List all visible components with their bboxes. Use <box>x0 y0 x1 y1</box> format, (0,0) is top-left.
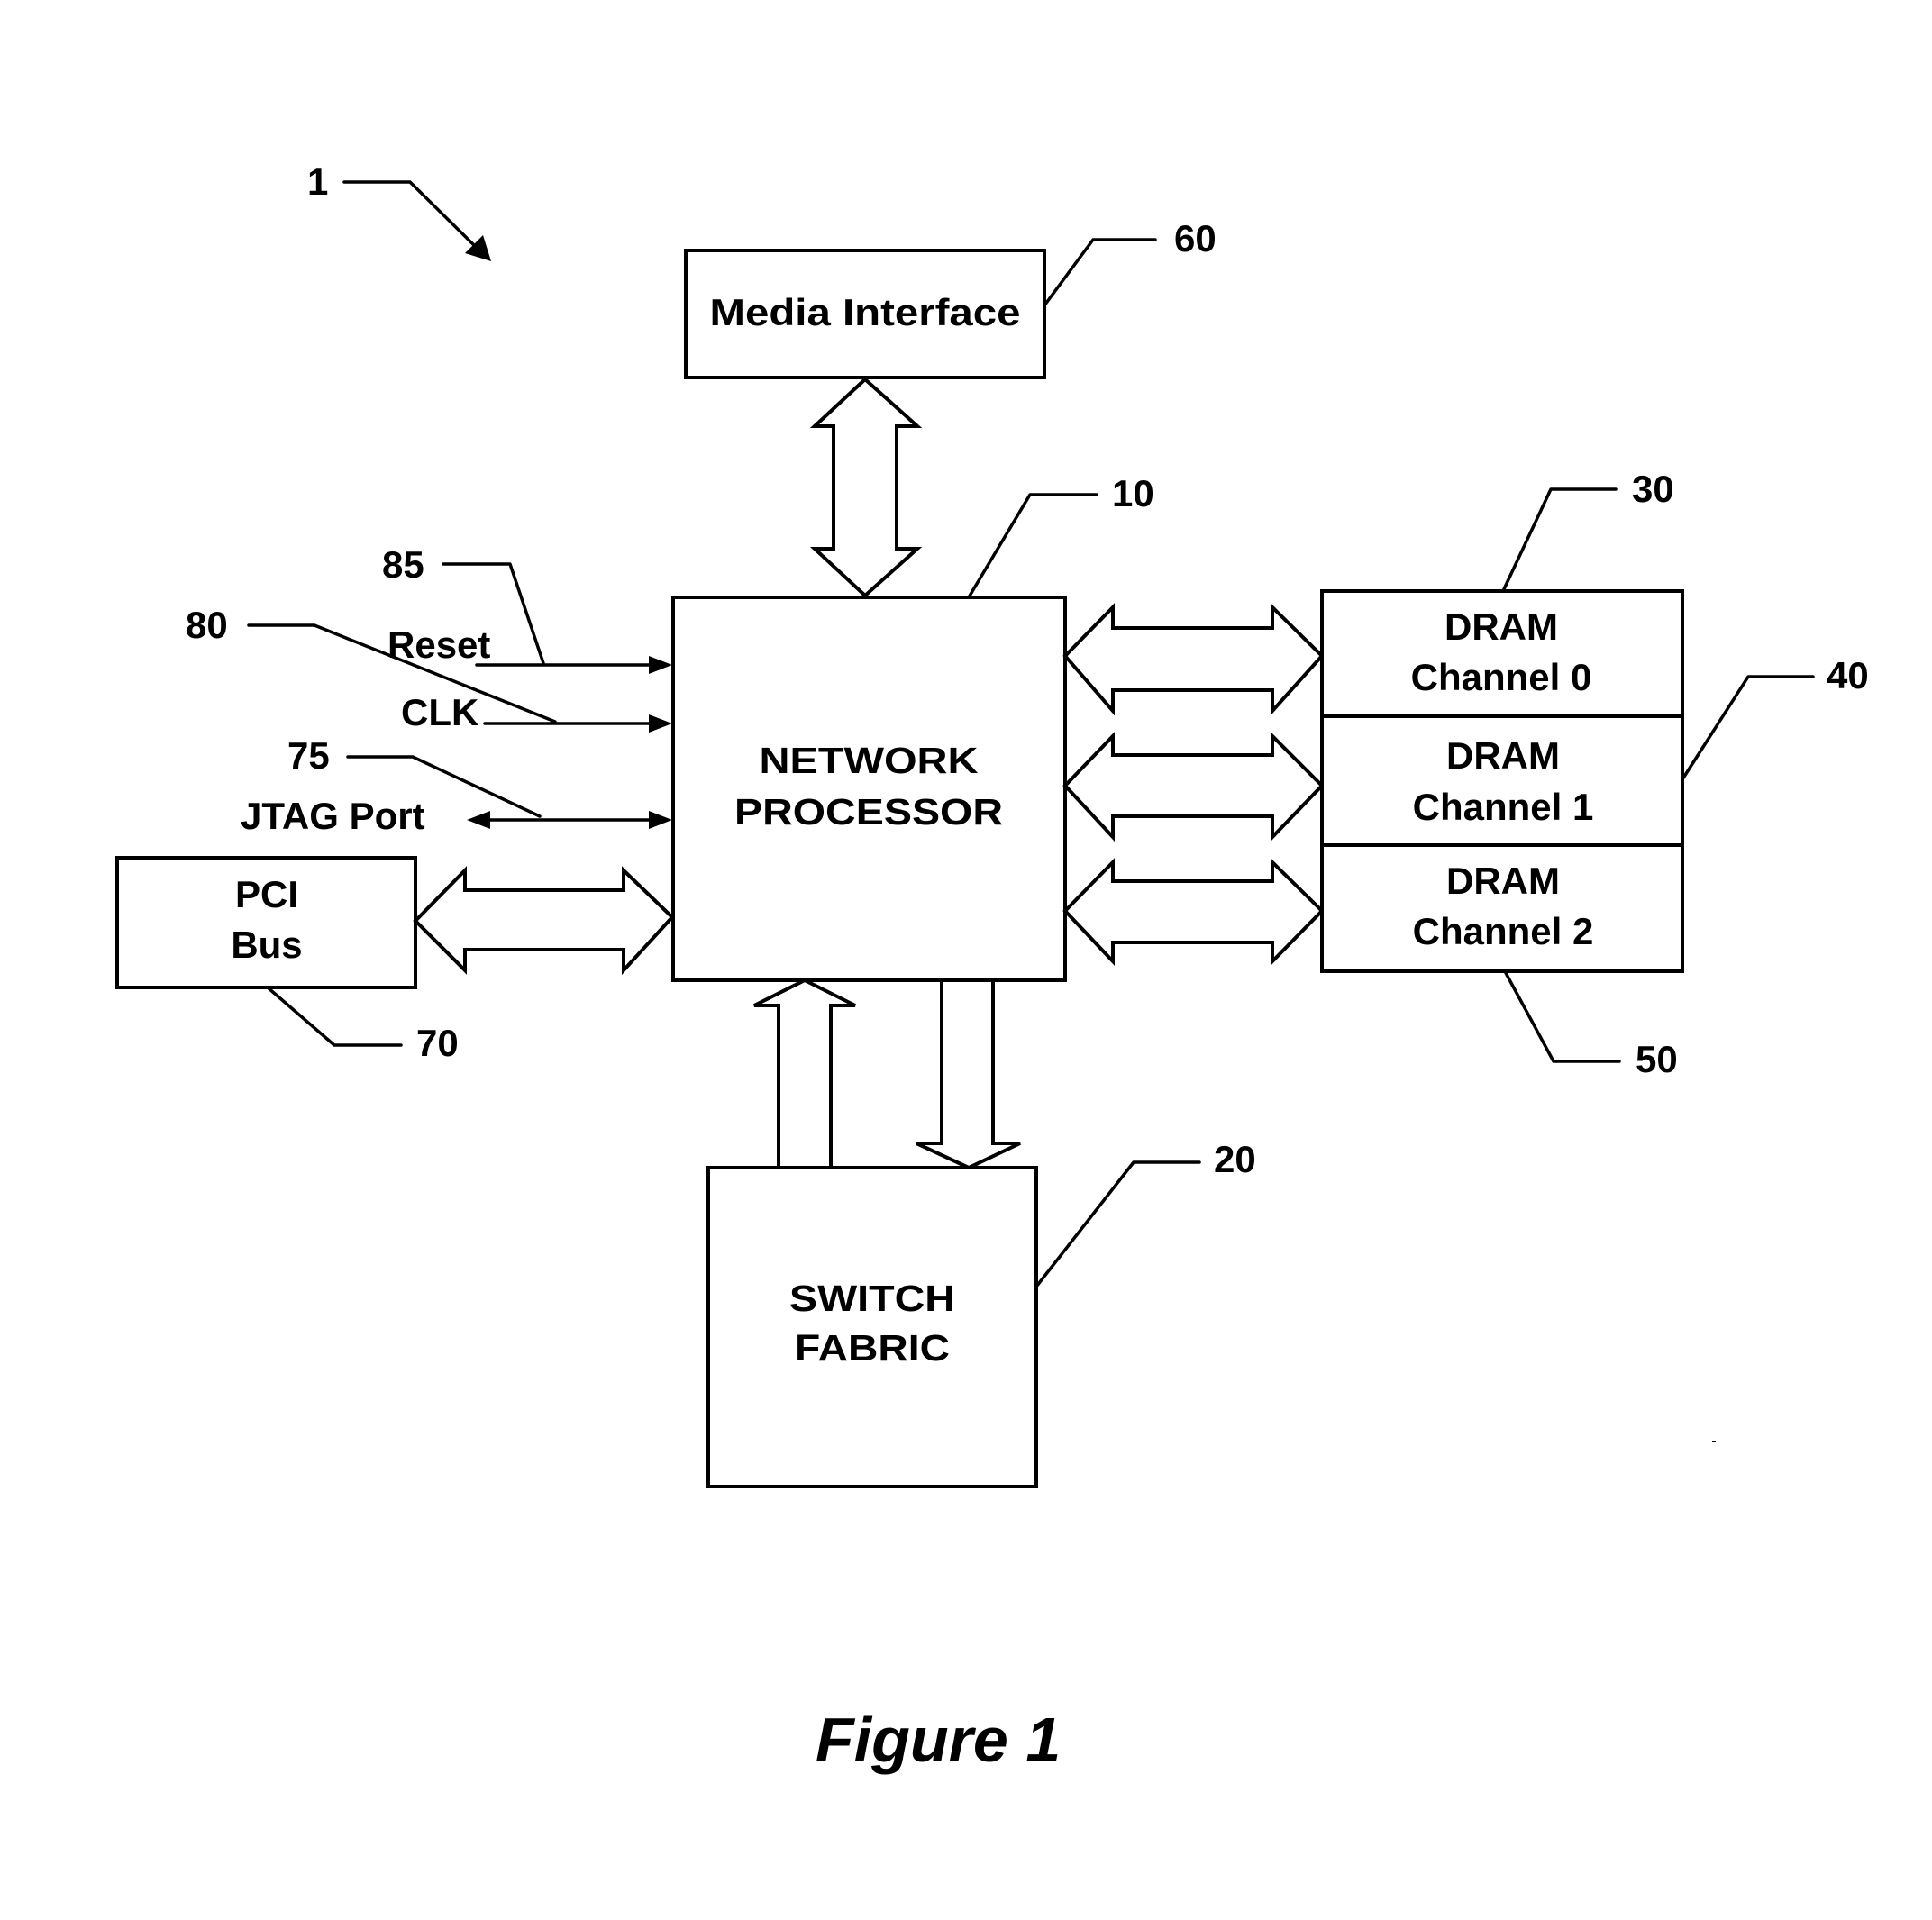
switch-fabric-block: SWITCH FABRIC 20 <box>706 1138 1256 1488</box>
dram-channel-0-label-line2: Channel 0 <box>1411 656 1592 698</box>
network-processor-box <box>671 596 1067 982</box>
switch-to-np-arrow <box>753 978 856 1171</box>
switch-fabric-ref-leader <box>1034 1160 1201 1288</box>
dram-channel-1-ref: 40 <box>1827 654 1869 696</box>
dram-channel-2-ref-leader <box>1503 969 1621 1063</box>
np-dram2-bus-arrow <box>1062 858 1325 967</box>
np-dram1-bus-arrow <box>1062 732 1325 842</box>
dram-channel-0-ref-leader <box>1501 487 1618 593</box>
dram-channel-2-label-line1: DRAM <box>1446 860 1560 902</box>
dram-channel-1-label-line2: Channel 1 <box>1413 786 1594 828</box>
network-processor-ref: 10 <box>1112 472 1154 514</box>
system-ref-leader <box>342 180 479 250</box>
network-processor-ref-leader <box>967 493 1098 599</box>
reset-ref: 85 <box>382 543 424 586</box>
switch-fabric-label-line2: FABRIC <box>795 1327 950 1369</box>
dram-channel-0-ref: 30 <box>1632 468 1674 510</box>
media-interface-label: Media Interface <box>710 291 1021 333</box>
pci-bus-ref: 70 <box>416 1022 459 1064</box>
pci-bus-block: PCI Bus 70 <box>115 856 459 1064</box>
scan-speck <box>1712 1441 1716 1442</box>
dram-channel-2-ref: 50 <box>1636 1038 1678 1080</box>
dram-channel-0-label-line1: DRAM <box>1444 605 1558 648</box>
jtag-right-arrowhead-icon <box>649 811 672 829</box>
reset-signal: Reset 85 <box>382 543 672 674</box>
switch-fabric-label-line1: SWITCH <box>789 1278 955 1319</box>
figure-caption: Figure 1 <box>816 1705 1061 1775</box>
jtag-signal: JTAG Port 75 <box>241 734 672 837</box>
dram-channel-0-block: DRAM Channel 0 30 <box>1320 468 1684 718</box>
dram-channel-1-ref-leader <box>1681 675 1815 781</box>
np-to-switch-arrow <box>916 978 1021 1170</box>
np-dram0-bus-arrow <box>1062 603 1325 716</box>
pci-np-bus-arrow <box>413 866 675 976</box>
system-ref-number: 1 <box>307 160 328 203</box>
clk-arrowhead-icon <box>649 714 672 733</box>
jtag-label: JTAG Port <box>241 795 425 837</box>
media-interface-ref-leader <box>1043 238 1157 307</box>
dram-channel-2-label-line2: Channel 2 <box>1413 910 1594 952</box>
reset-arrowhead-icon <box>649 656 672 674</box>
jtag-left-arrowhead-icon <box>467 811 490 829</box>
media-interface-block: Media Interface 60 <box>684 217 1217 379</box>
network-processor-label-line2: PROCESSOR <box>734 791 1003 833</box>
pci-bus-label-line2: Bus <box>231 924 302 966</box>
pci-bus-label-line1: PCI <box>235 873 298 915</box>
media-interface-ref: 60 <box>1174 217 1217 259</box>
network-processor-label-line1: NETWORK <box>760 740 979 781</box>
clk-ref: 80 <box>186 604 228 646</box>
dram-channel-2-block: DRAM Channel 2 50 <box>1320 843 1684 1080</box>
jtag-ref: 75 <box>287 734 330 777</box>
dram-channel-1-label-line1: DRAM <box>1446 734 1560 777</box>
system-reference: 1 <box>307 160 491 261</box>
switch-fabric-ref: 20 <box>1214 1138 1256 1180</box>
pci-bus-ref-leader <box>266 986 403 1047</box>
patent-figure: 1 Media Interface 60 NETWORK PROCESSOR 1… <box>115 160 1869 1775</box>
media-np-bus-arrow <box>809 377 923 598</box>
clk-label: CLK <box>401 691 478 733</box>
